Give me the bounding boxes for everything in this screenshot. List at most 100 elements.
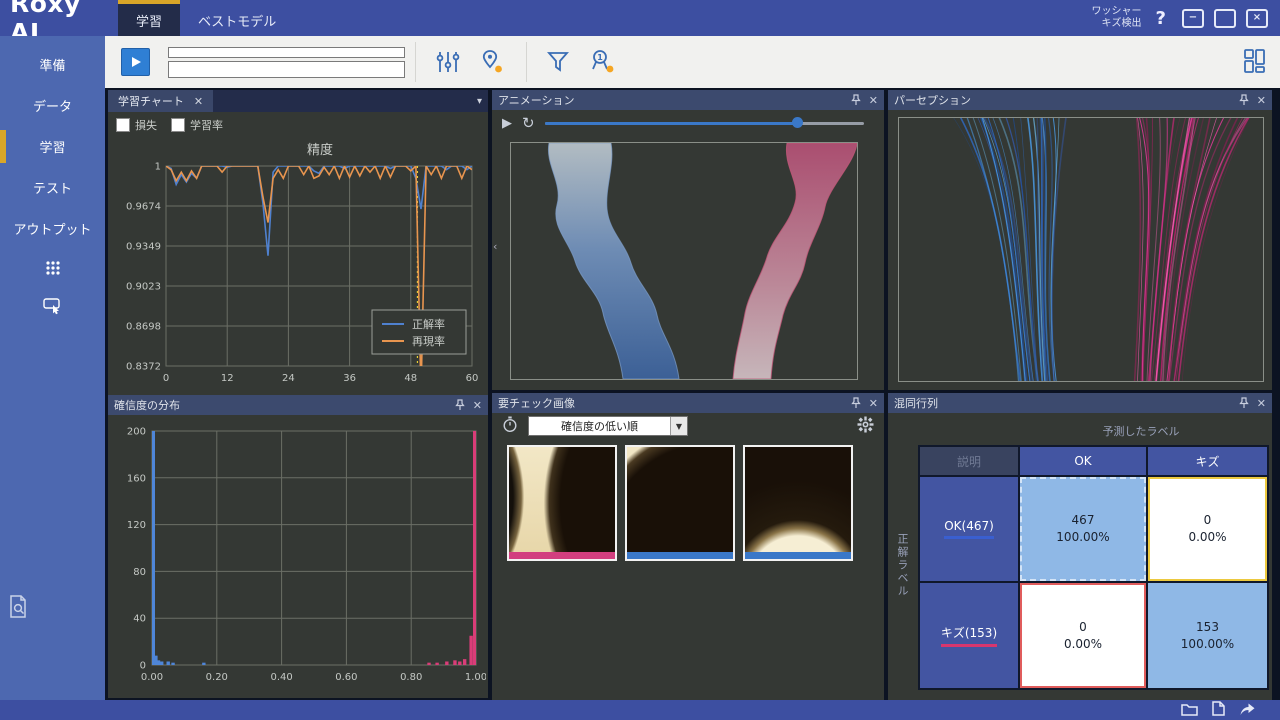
layout-grid-icon[interactable] (1244, 49, 1266, 78)
col-header-1: キズ (1148, 447, 1267, 475)
ribbon-ng (733, 143, 857, 379)
pin-icon[interactable] (851, 94, 861, 106)
check-image-0[interactable] (507, 445, 617, 561)
progress-bar-epoch (168, 47, 405, 58)
class-stripe (627, 552, 733, 559)
tune-sliders-icon[interactable] (435, 50, 461, 74)
project-name: ワッシャー キズ検出 (1092, 0, 1142, 36)
file-icon[interactable] (1212, 701, 1225, 720)
maximize-button[interactable] (1214, 9, 1236, 28)
run-training-button[interactable] (121, 48, 150, 76)
accuracy-chart: 10.96740.93490.90230.86980.8372012243648… (108, 160, 484, 392)
matrix-cell-0-1: 00.00% (1148, 477, 1267, 581)
panel-title: 確信度の分布 (114, 397, 447, 413)
svg-text:0: 0 (163, 373, 169, 384)
close-icon[interactable]: ✕ (869, 94, 878, 107)
svg-text:再現率: 再現率 (412, 334, 445, 348)
apps-grid-icon[interactable] (0, 249, 105, 287)
pin-icon[interactable] (455, 399, 465, 411)
panel-learning-chart: 学習チャート ✕ ▾ 損失 学習率 精度 10.96740.93490.9023… (108, 90, 488, 395)
close-icon[interactable]: ✕ (869, 397, 878, 410)
chevron-down-icon[interactable]: ▾ (477, 90, 488, 112)
svg-text:0.8372: 0.8372 (126, 362, 161, 373)
close-icon[interactable]: ✕ (194, 95, 203, 108)
tab-best-model[interactable]: ベストモデル (180, 0, 294, 36)
matrix-cell-1-1: 153100.00% (1148, 583, 1267, 688)
corner-cell: 説明 (920, 447, 1018, 475)
svg-text:40: 40 (133, 614, 146, 625)
share-icon[interactable] (1239, 701, 1256, 720)
svg-text:1: 1 (155, 162, 161, 173)
help-button[interactable]: ? (1156, 0, 1166, 36)
close-button[interactable]: × (1246, 9, 1268, 28)
row-label-0[interactable]: OK(467) (920, 477, 1018, 581)
svg-text:160: 160 (127, 473, 146, 484)
confidence-histogram: 040801201602000.000.200.400.600.801.00 (108, 419, 486, 697)
location-pin-icon[interactable] (479, 49, 507, 75)
svg-text:200: 200 (127, 427, 146, 438)
close-icon[interactable]: ✕ (473, 399, 482, 412)
svg-text:120: 120 (127, 520, 146, 531)
sidebar-item-0[interactable]: 準備 (0, 44, 105, 85)
pin-icon[interactable] (851, 397, 861, 409)
pin-icon[interactable] (1239, 94, 1249, 106)
play-icon[interactable]: ▶ (502, 116, 512, 131)
col-header-0: OK (1020, 447, 1146, 475)
sidebar-item-3[interactable]: テスト (0, 167, 105, 208)
timeline-slider[interactable] (545, 117, 864, 129)
panel-confusion-matrix: 混同行列 ✕ 予測したラベル 正解ラベル 説明OKキズOK(467)467100… (888, 393, 1272, 700)
close-icon[interactable]: ✕ (1257, 94, 1266, 107)
checkbox-learning-rate[interactable]: 学習率 (171, 117, 223, 133)
collapse-left-icon[interactable]: ‹ (493, 240, 497, 253)
panel-perception: パーセプション ✕ (888, 90, 1272, 390)
sort-order-dropdown[interactable]: 確信度の低い順 ▼ (528, 416, 688, 436)
titlebar: Roxy AI 学習 ベストモデル ワッシャー キズ検出 ? − × (0, 0, 1280, 36)
learning-chart-tab[interactable]: 学習チャート ✕ (108, 90, 213, 112)
svg-text:0.9349: 0.9349 (126, 241, 161, 252)
panel-animation: アニメーション ✕ ▶ ↻ (492, 90, 884, 390)
tab-learning[interactable]: 学習 (118, 0, 180, 36)
svg-text:0.80: 0.80 (400, 672, 422, 683)
gear-icon[interactable] (857, 416, 874, 437)
class-stripe (745, 552, 851, 559)
svg-text:12: 12 (221, 373, 234, 384)
actual-label: 正解ラベル (894, 533, 910, 598)
pin-icon[interactable] (1239, 397, 1249, 409)
matrix-cell-0-0: 467100.00% (1020, 477, 1146, 581)
ribbon-ok (548, 143, 679, 379)
class-stripe (509, 552, 615, 559)
minimize-button[interactable]: − (1182, 9, 1204, 28)
checkbox-loss[interactable]: 損失 (116, 117, 157, 133)
predicted-label: 予測したラベル (1018, 423, 1264, 439)
panel-check-images: 要チェック画像 ✕ 確信度の低い順 ▼ (492, 393, 884, 700)
svg-text:80: 80 (133, 567, 146, 578)
close-icon[interactable]: ✕ (1257, 397, 1266, 410)
svg-text:0.9674: 0.9674 (126, 202, 161, 213)
sidebar-item-4[interactable]: アウトプット (0, 208, 105, 249)
stopwatch-icon[interactable] (502, 416, 518, 437)
folder-icon[interactable] (1181, 701, 1198, 720)
row-label-1[interactable]: キズ(153) (920, 583, 1018, 688)
svg-text:0: 0 (140, 661, 146, 672)
sidebar-item-1[interactable]: データ (0, 85, 105, 126)
svg-text:48: 48 (404, 373, 417, 384)
medal-1-icon[interactable]: 1 (588, 49, 618, 75)
filter-icon[interactable] (546, 50, 570, 74)
document-search-icon[interactable] (8, 594, 30, 624)
confusion-matrix: 説明OKキズOK(467)467100.00%00.00%キズ(153)00.0… (918, 445, 1269, 690)
sidebar-item-2[interactable]: 学習 (0, 126, 105, 167)
svg-text:0.00: 0.00 (141, 672, 163, 683)
panel-title: アニメーション (498, 92, 843, 108)
slider-thumb[interactable] (792, 117, 803, 128)
chevron-down-icon: ▼ (670, 417, 687, 435)
check-image-2[interactable] (743, 445, 853, 561)
statusbar (0, 700, 1280, 720)
svg-text:0.20: 0.20 (206, 672, 228, 683)
svg-text:0.60: 0.60 (335, 672, 357, 683)
progress-bar-total (168, 61, 405, 78)
check-image-1[interactable] (625, 445, 735, 561)
loop-icon[interactable]: ↻ (522, 114, 535, 132)
sidebar: 準備データ学習テストアウトプット (0, 36, 105, 700)
cursor-select-icon[interactable] (0, 287, 105, 325)
svg-text:0.8698: 0.8698 (126, 321, 161, 332)
